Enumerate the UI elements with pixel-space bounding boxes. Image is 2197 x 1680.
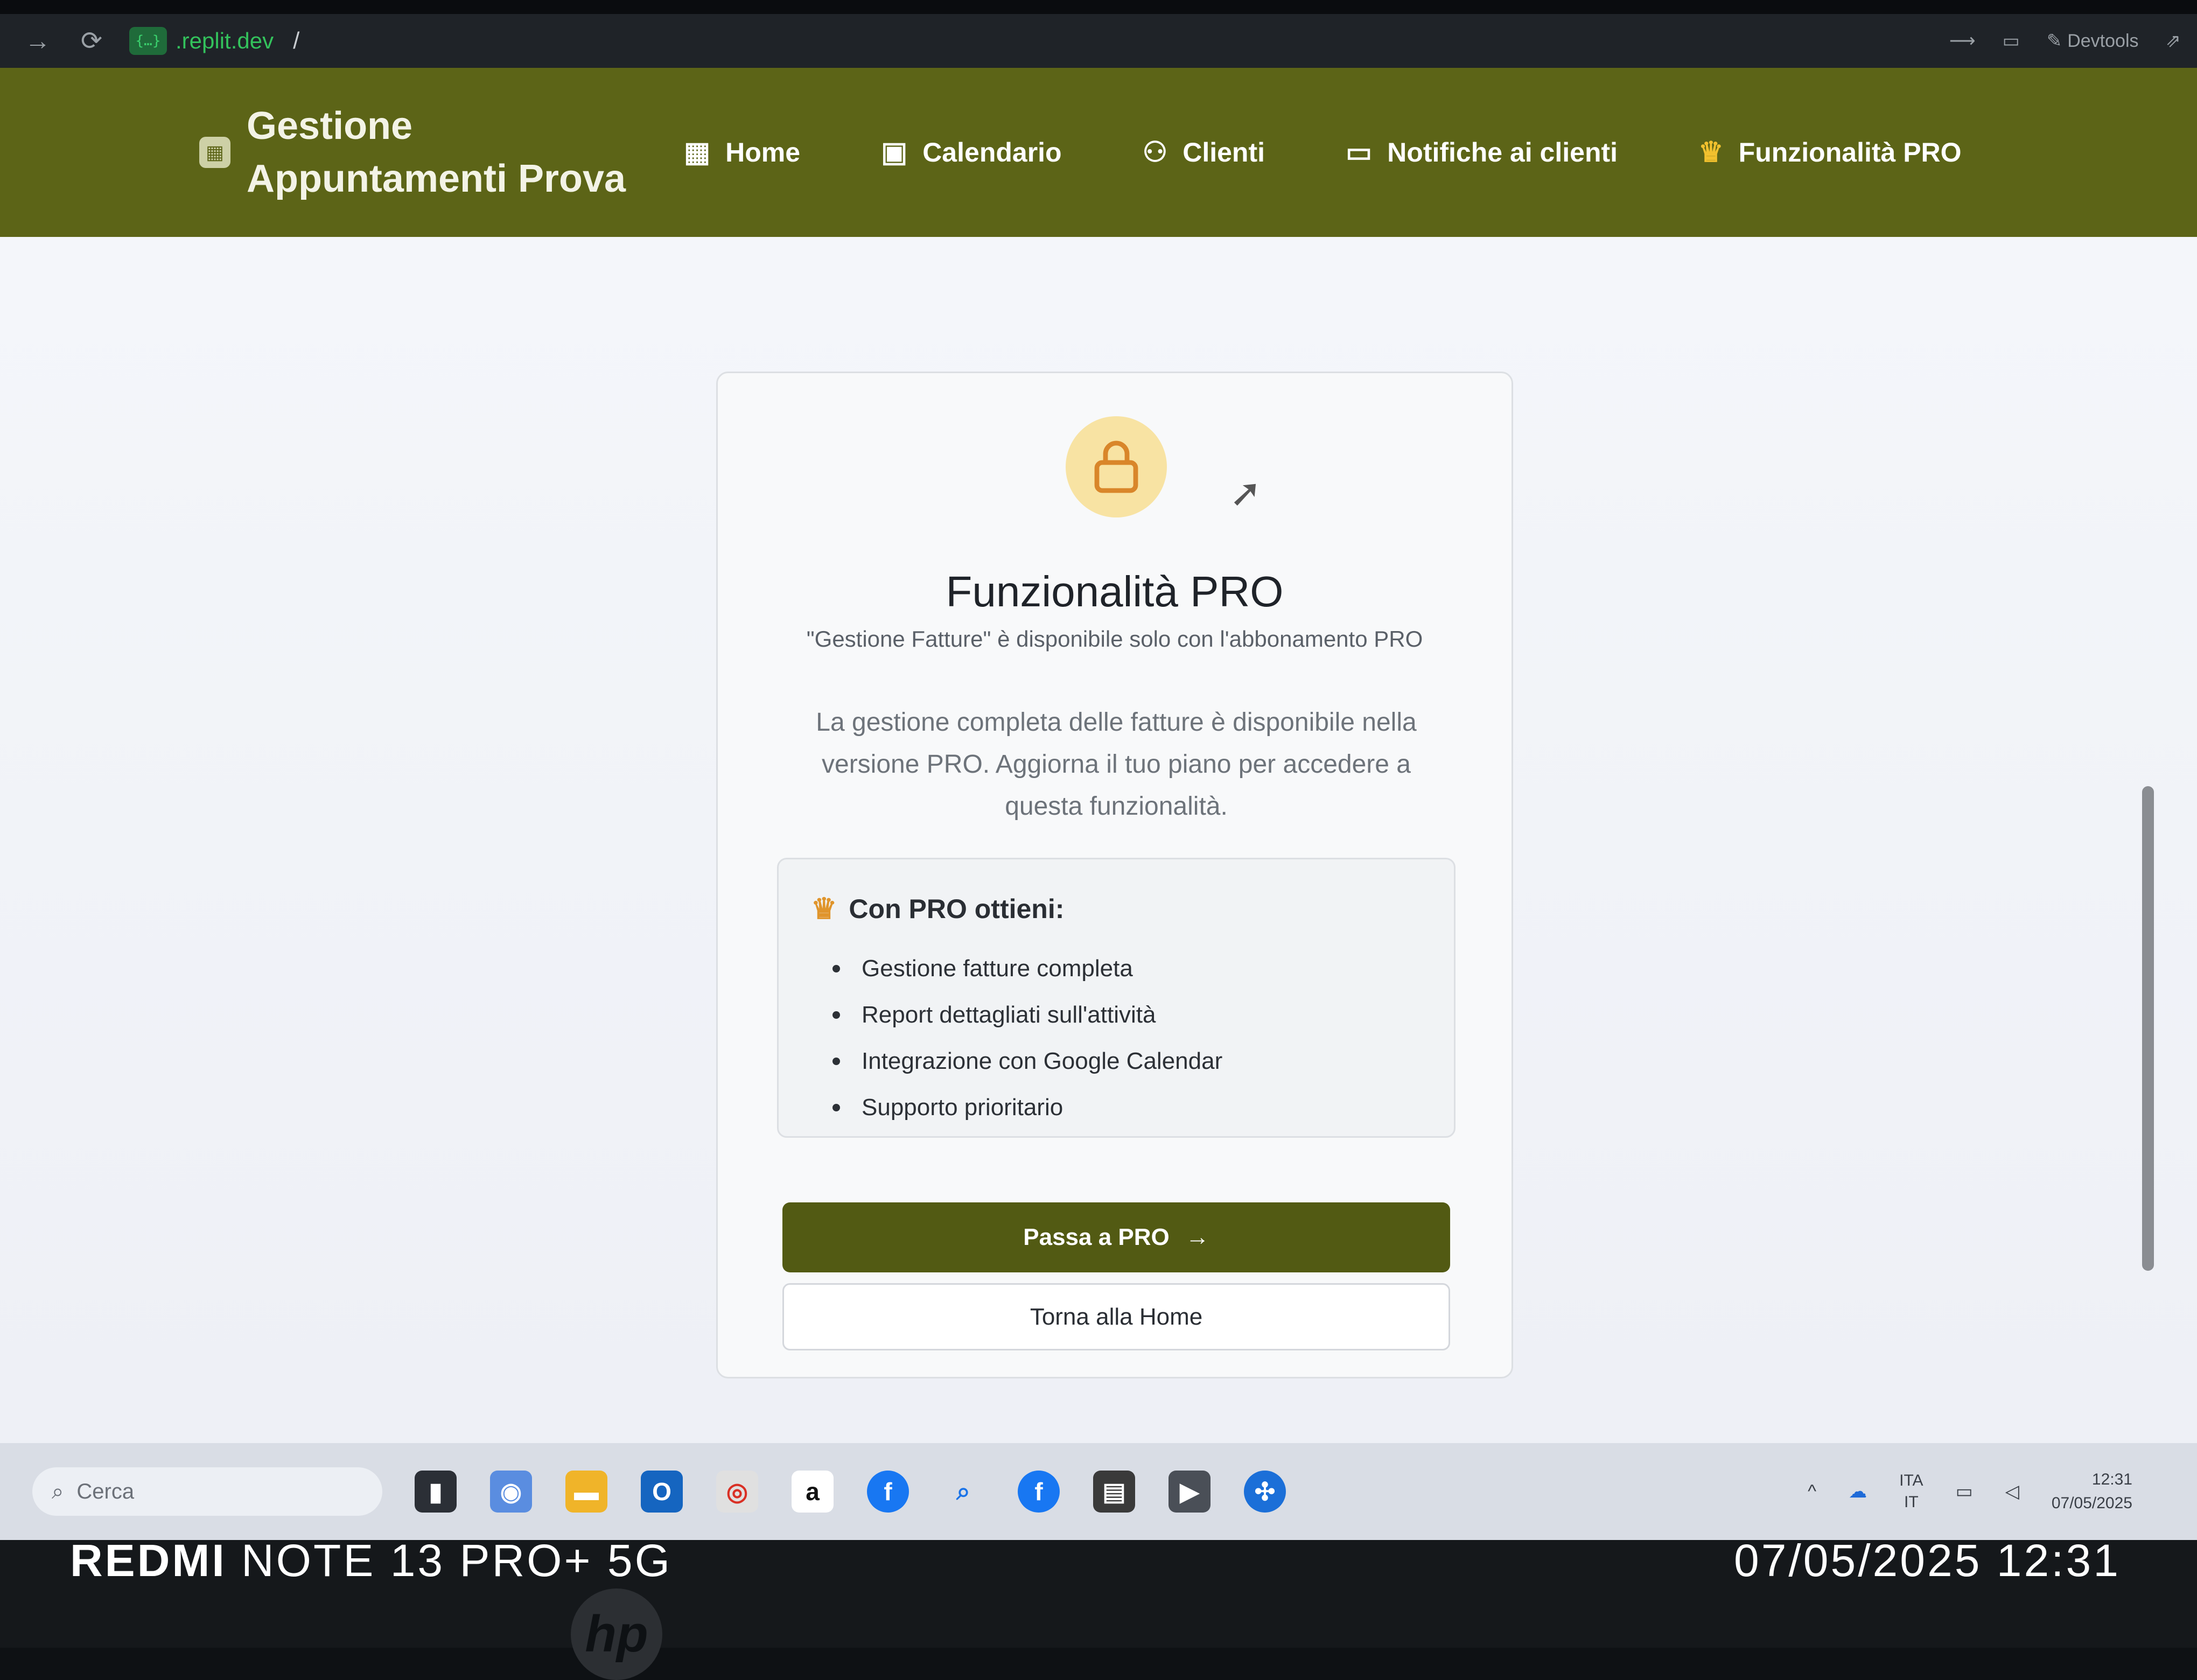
browser-toolbar: → ⟳ {…} .replit.dev / ⟶ ▭ ✎ Devtools ⇗ — [0, 14, 2197, 68]
chrome-icon[interactable]: ◎ — [716, 1471, 758, 1513]
lock-badge — [1066, 416, 1167, 517]
nav-item-calendario[interactable]: ▣ Calendario — [881, 136, 1062, 169]
watermark-model: NOTE 13 PRO+ 5G — [241, 1535, 672, 1586]
benefit-text: Supporto prioritario — [862, 1094, 1063, 1121]
onedrive-icon[interactable]: ☁ — [1849, 1481, 1867, 1502]
camera-watermark-datetime: 07/05/2025 12:31 — [1734, 1535, 2121, 1586]
url-path: / — [293, 27, 300, 54]
calendar-icon: ▣ — [881, 137, 908, 168]
language-indicator[interactable]: ITA IT — [1899, 1470, 1923, 1513]
list-item: Integrazione con Google Calendar — [832, 1038, 1222, 1084]
benefit-text: Integrazione con Google Calendar — [862, 1048, 1223, 1074]
amazon-icon[interactable]: a — [792, 1471, 834, 1513]
taskbar-apps: ▮ ◉ ▬ O ◎ a f ⌕ f ▤ ▶ ✣ — [415, 1471, 1286, 1513]
search-placeholder: Cerca — [76, 1479, 135, 1503]
card-title: Funzionalità PRO — [946, 568, 1284, 615]
pro-feature-card: ➚ Funzionalità PRO "Gestione Fatture" è … — [716, 372, 1513, 1378]
display-icon[interactable]: ▭ — [1956, 1481, 1973, 1502]
card-description: La gestione completa delle fatture è dis… — [816, 708, 1417, 821]
clock-time: 12:31 — [2091, 1471, 2132, 1488]
benefits-list: Gestione fatture completa Report dettagl… — [832, 946, 1222, 1131]
nav-item-label: Funzionalità PRO — [1738, 137, 1962, 167]
mouse-cursor-icon: ➚ — [1229, 472, 1262, 515]
forward-icon[interactable]: → — [22, 26, 54, 56]
upgrade-pro-label: Passa a PRO — [1023, 1224, 1170, 1250]
widgets-icon[interactable]: ◉ — [490, 1471, 532, 1513]
app-navbar: ▦ Gestione Appuntamenti Prova ▦ Home ▣ C… — [0, 68, 2197, 237]
search-icon: ⌕ — [52, 1479, 64, 1503]
screen-icon[interactable]: ▭ — [2003, 30, 2020, 52]
main-content: ➚ Funzionalità PRO "Gestione Fatture" è … — [0, 237, 2197, 1443]
network-app-icon[interactable]: ✣ — [1244, 1471, 1286, 1513]
region-code: IT — [1904, 1493, 1919, 1511]
scrollbar-thumb[interactable] — [2142, 786, 2154, 1271]
pro-benefits-box: ♛ Con PRO ottieni: Gestione fatture comp… — [777, 858, 1456, 1138]
facebook-icon[interactable]: f — [867, 1471, 909, 1513]
search-app-icon[interactable]: ⌕ — [942, 1471, 984, 1513]
nav-item-label: Notifiche ai clienti — [1387, 137, 1618, 167]
facebook-icon[interactable]: f — [1018, 1471, 1060, 1513]
taskbar-search[interactable]: ⌕ Cerca — [32, 1467, 382, 1516]
grid-icon: ▦ — [684, 137, 711, 168]
outlook-icon[interactable]: O — [641, 1471, 683, 1513]
list-item: Gestione fatture completa — [832, 946, 1222, 992]
language-code: ITA — [1899, 1472, 1923, 1489]
crown-icon: ♛ — [811, 893, 837, 925]
list-item: Report dettagliati sull'attività — [832, 992, 1222, 1038]
taskbar-clock[interactable]: 12:31 07/05/2025 — [2052, 1468, 2132, 1515]
calendar-logo-icon: ▦ — [199, 137, 230, 168]
clock-date: 07/05/2025 — [2051, 1494, 2132, 1512]
replit-badge-icon: {…} — [129, 27, 167, 55]
nav-item-label: Clienti — [1183, 137, 1265, 167]
nav-item-notifiche[interactable]: ▭ Notifiche ai clienti — [1346, 136, 1618, 169]
nav-item-label: Calendario — [922, 137, 1062, 167]
pin-icon[interactable]: ⟶ — [1949, 30, 1976, 52]
brand[interactable]: ▦ Gestione Appuntamenti Prova — [199, 100, 684, 205]
volume-icon[interactable]: ◁ — [2005, 1481, 2019, 1502]
file-explorer-icon[interactable]: ▬ — [565, 1471, 607, 1513]
card-subtitle: "Gestione Fatture" è disponibile solo co… — [806, 626, 1423, 652]
address-bar[interactable]: {…} .replit.dev / — [129, 27, 299, 55]
wrench-icon: ✎ — [2046, 31, 2062, 51]
benefits-header: ♛ Con PRO ottieni: — [811, 892, 1064, 926]
page-scrollbar[interactable] — [2142, 258, 2154, 1335]
nav-item-clienti[interactable]: ⚇ Clienti — [1143, 136, 1265, 169]
chevron-up-icon[interactable]: ^ — [1808, 1481, 1816, 1502]
crown-icon: ♛ — [1698, 137, 1724, 168]
back-home-button[interactable]: Torna alla Home — [782, 1283, 1450, 1350]
benefits-title: Con PRO ottieni: — [849, 893, 1065, 924]
reload-icon[interactable]: ⟳ — [75, 26, 108, 56]
benefit-text: Gestione fatture completa — [862, 955, 1133, 982]
windows-taskbar: ⌕ Cerca ▮ ◉ ▬ O ◎ a f ⌕ f ▤ ▶ ✣ ^ ☁ ITA … — [0, 1443, 2197, 1540]
devtools-label: Devtools — [2067, 30, 2139, 51]
open-new-tab-icon[interactable]: ⇗ — [2166, 30, 2181, 52]
task-view-icon[interactable]: ▮ — [415, 1471, 457, 1513]
url-host: .replit.dev — [176, 28, 274, 53]
store-icon[interactable]: ▤ — [1093, 1471, 1135, 1513]
arrow-right-icon: → — [1185, 1224, 1209, 1250]
message-icon: ▭ — [1346, 137, 1373, 168]
nav-item-pro[interactable]: ♛ Funzionalità PRO — [1698, 136, 1962, 169]
users-icon: ⚇ — [1142, 137, 1168, 168]
upgrade-pro-button[interactable]: Passa a PRO → — [782, 1202, 1450, 1272]
hp-logo: hp — [571, 1588, 662, 1680]
watermark-brand: REDMI — [70, 1535, 227, 1586]
camera-watermark-model: REDMI NOTE 13 PRO+ 5G — [70, 1535, 672, 1587]
nav-item-label: Home — [725, 137, 801, 167]
benefit-text: Report dettagliati sull'attività — [862, 1002, 1156, 1028]
lock-icon — [1094, 440, 1138, 493]
nav-item-home[interactable]: ▦ Home — [684, 136, 800, 169]
list-item: Supporto prioritario — [832, 1084, 1222, 1131]
devtools-button[interactable]: ✎ Devtools — [2047, 30, 2139, 52]
screen-bezel-top — [0, 0, 2197, 14]
system-tray: ^ ☁ ITA IT ▭ ◁ 12:31 07/05/2025 — [1808, 1468, 2132, 1515]
media-player-icon[interactable]: ▶ — [1169, 1471, 1211, 1513]
app-title: Gestione Appuntamenti Prova — [247, 104, 626, 200]
